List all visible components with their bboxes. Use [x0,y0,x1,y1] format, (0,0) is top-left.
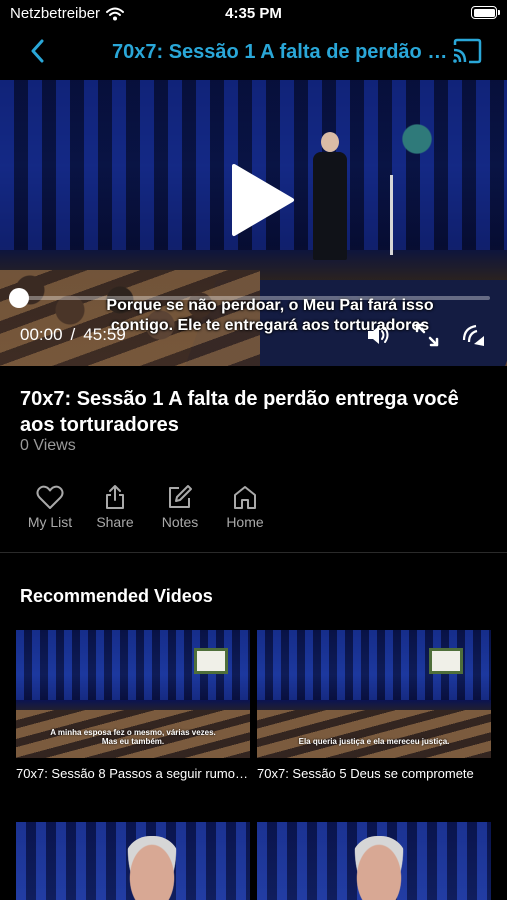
speaker-figure [313,132,347,260]
recommended-video-card[interactable]: Ela queria justiça e ela mereceu justiça… [257,630,491,781]
video-thumbnail[interactable] [16,822,250,900]
home-icon [234,486,256,509]
recommended-video-card[interactable] [16,822,250,900]
play-icon [232,164,294,236]
notes-button[interactable]: Notes [148,484,212,530]
share-icon [106,485,124,509]
time-display: 00:00 / 45:59 [20,325,126,345]
stage-plant [400,120,434,158]
duration: 45:59 [83,325,126,344]
thumbnail-caption-line-1: Ela queria justiça e ela mereceu justiça… [298,737,450,746]
fullscreen-button[interactable] [414,322,440,348]
my-list-button[interactable]: My List [18,484,82,530]
notes-label: Notes [161,514,199,530]
my-list-label: My List [27,514,73,530]
podium [390,175,426,255]
status-time: 4:35 PM [225,5,282,22]
recommended-video-card[interactable]: A minha esposa fez o mesmo, várias vezes… [16,630,250,781]
edit-icon [169,485,192,508]
share-label: Share [96,514,134,530]
recommended-heading: Recommended Videos [20,586,213,606]
volume-button[interactable] [366,323,392,347]
progress-bar[interactable] [16,296,490,300]
fullscreen-icon [415,323,439,347]
flipchart [429,648,463,674]
thumbnail-caption-line-1: A minha esposa fez o mesmo, várias vezes… [50,728,216,737]
video-title: 70x7: Sessão 1 A falta de perdão entrega… [20,388,459,436]
action-bar: My List Share Notes Home [0,484,300,534]
back-button[interactable] [22,36,52,66]
status-bar: Netzbetreiber 4:35 PM [0,0,507,30]
nav-bar: 70x7: Sessão 1 A falta de perdão entrega… [0,32,507,76]
current-time: 00:00 [20,325,63,344]
flipchart [194,648,228,674]
play-button[interactable] [230,162,296,238]
cast-icon [453,38,482,64]
speaker-icon [368,326,389,344]
time-separator: / [70,325,76,344]
subtitle-line-2: contigo. Ele te entregará aos torturador… [110,317,430,334]
chevron-left-icon [31,39,44,63]
view-count: 0 Views [20,437,76,454]
speaker-face [351,836,407,900]
recommended-video-title: 70x7: Sessão 8 Passos a seguir rumo ao p… [16,766,250,781]
video-subtitles: Porque se não perdoar, o Meu Pai fará is… [70,296,470,336]
section-divider [0,552,507,553]
video-player[interactable]: Porque se não perdoar, o Meu Pai fará is… [0,80,507,366]
home-label: Home [226,514,264,530]
home-button[interactable]: Home [213,484,277,530]
thumbnail-caption-line-2: Mas eu também. [101,737,165,746]
airplay-icon [462,324,484,346]
progress-knob[interactable] [9,288,29,308]
video-thumbnail[interactable]: Ela queria justiça e ela mereceu justiça… [257,630,491,758]
heart-icon [36,485,64,509]
airplay-button[interactable] [460,322,486,348]
battery-icon [471,6,500,19]
speaker-face [124,836,180,900]
video-thumbnail[interactable] [257,822,491,900]
recommended-video-title: 70x7: Sessão 5 Deus se compromete [257,766,474,781]
nav-title: 70x7: Sessão 1 A falta de perdão entrega… [112,41,448,63]
cast-button[interactable] [452,38,484,66]
share-button[interactable]: Share [83,484,147,530]
thumbnail-caption: Ela queria justiça e ela mereceu justiça… [257,737,491,746]
video-thumbnail[interactable]: A minha esposa fez o mesmo, várias vezes… [16,630,250,758]
thumbnail-caption: A minha esposa fez o mesmo, várias vezes… [16,728,250,746]
recommended-video-card[interactable] [257,822,491,900]
